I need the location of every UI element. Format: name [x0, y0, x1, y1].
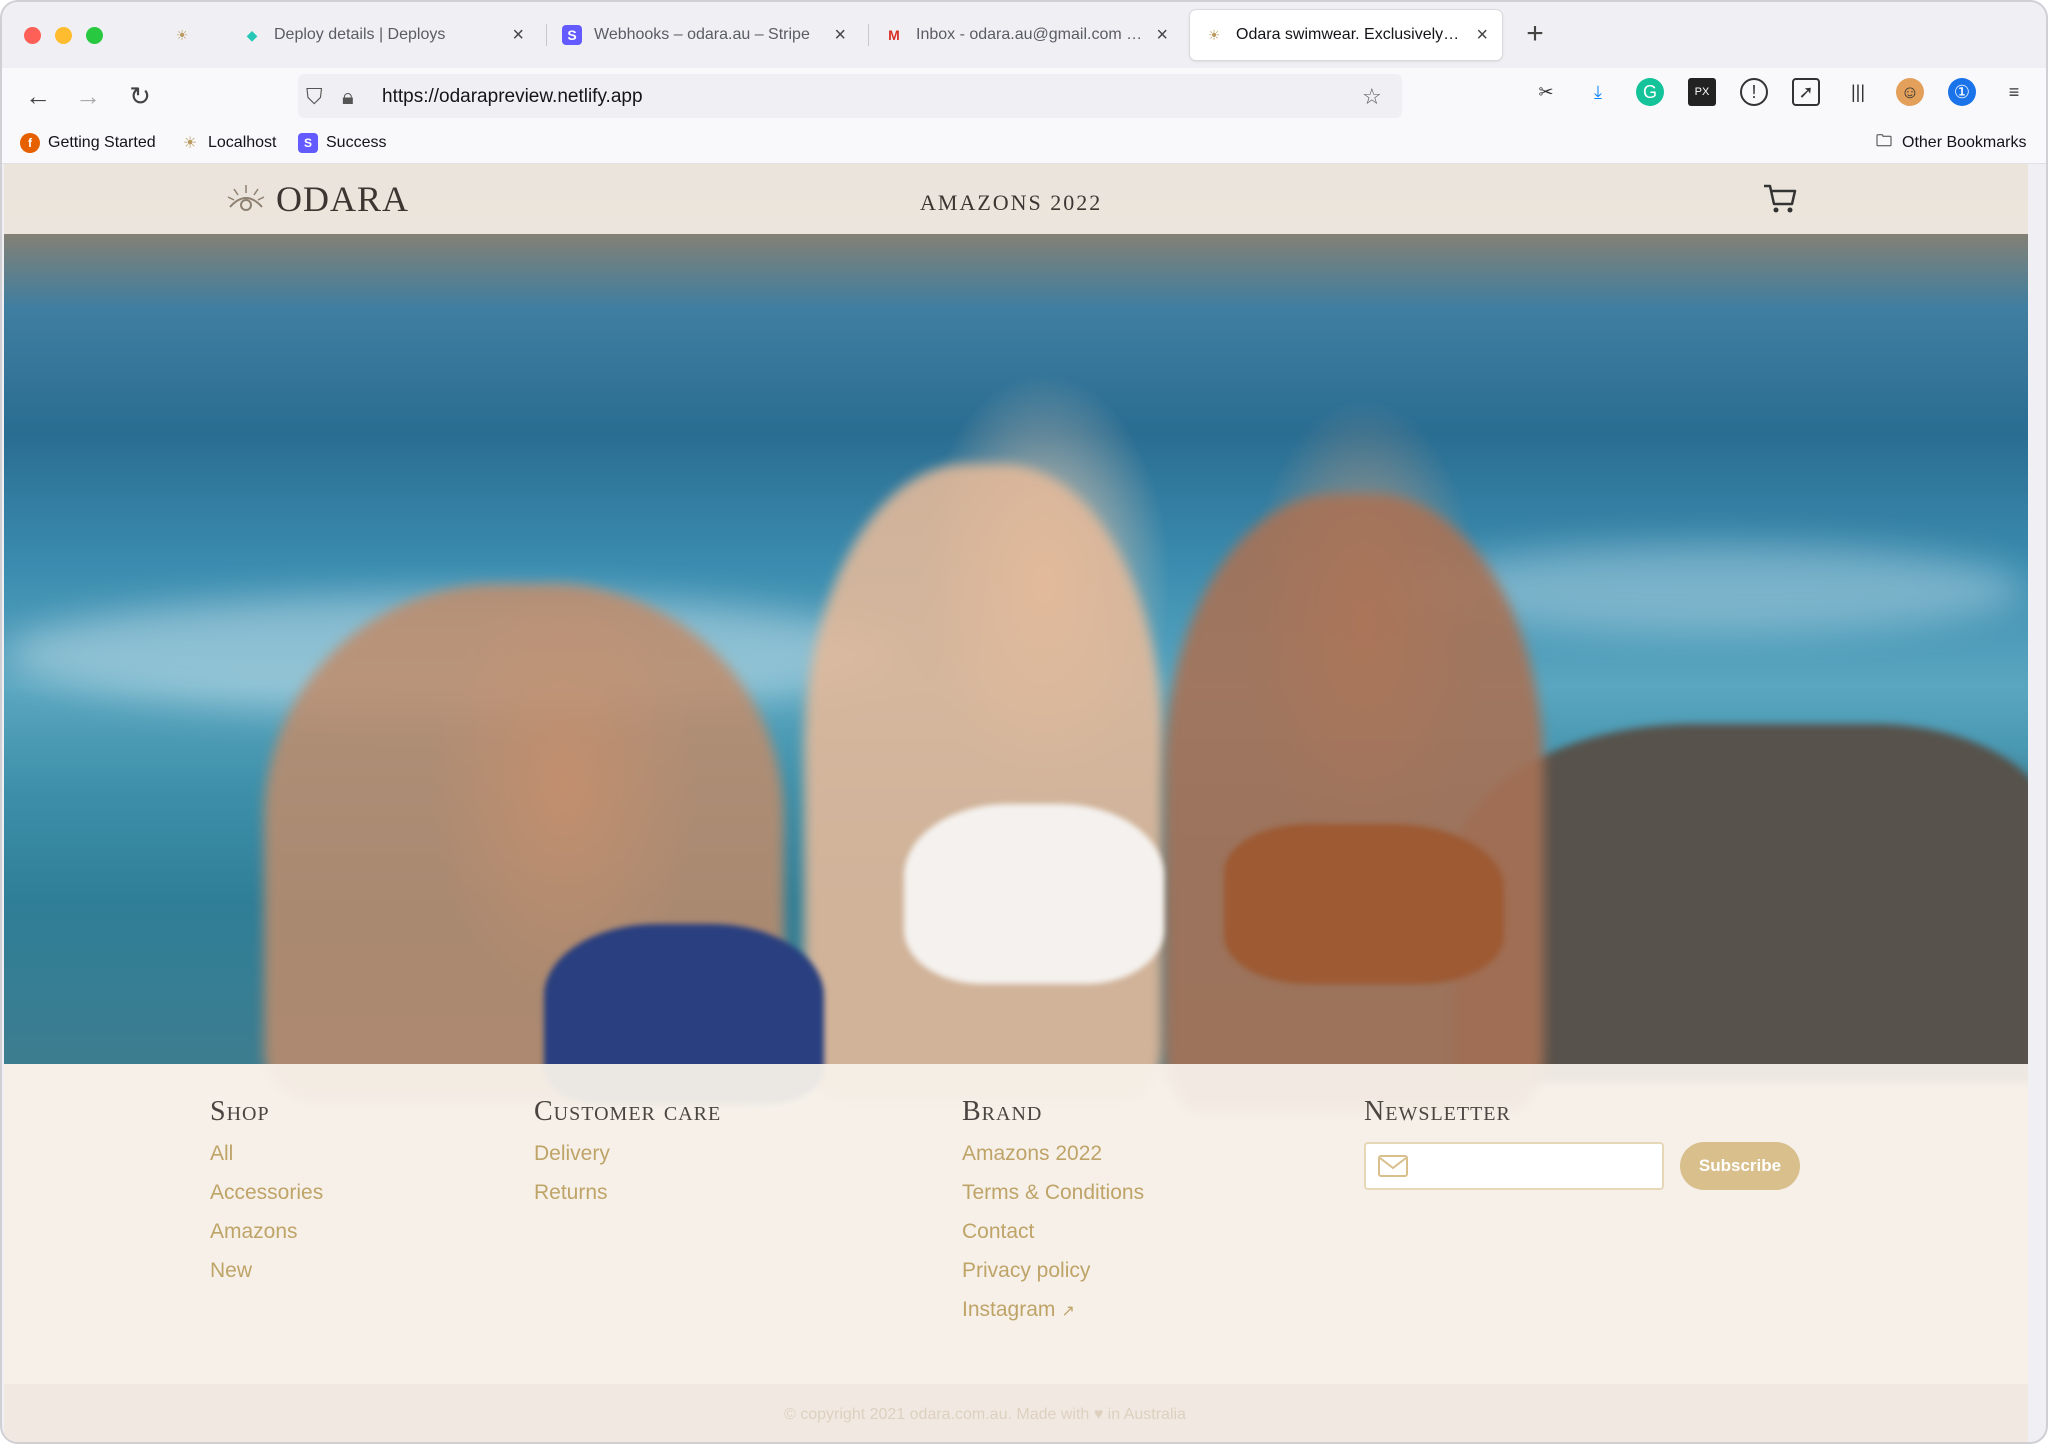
minimize-window-button[interactable] — [55, 26, 72, 44]
back-button[interactable]: ← — [20, 78, 56, 114]
bookmark-success[interactable]: S Success — [298, 133, 386, 153]
envelope-icon — [1378, 1155, 1408, 1177]
footer-brand-column: Brand Amazons 2022 Terms & Conditions Co… — [962, 1096, 1144, 1339]
cart-icon[interactable] — [1760, 178, 1800, 218]
address-bar[interactable]: ⛉ 🔒︎ https://odarapreview.netlify.app ☆ — [298, 74, 1402, 118]
odara-logo-icon: ☀ — [1207, 26, 1221, 43]
bookmark-localhost[interactable]: ☀ Localhost — [180, 133, 277, 153]
close-icon[interactable]: × — [1476, 24, 1488, 47]
gmail-icon: M — [888, 27, 900, 43]
footer-link-accessories[interactable]: Accessories — [210, 1181, 323, 1205]
navigation-bar: ← → ↻ ⛉ 🔒︎ https://odarapreview.netlify.… — [2, 68, 2046, 124]
footer-customer-care-title: Customer care — [534, 1096, 722, 1127]
lock-icon[interactable]: 🔒︎ — [342, 84, 354, 110]
tab-separator — [546, 24, 547, 46]
password-manager-icon[interactable]: ① — [1948, 78, 1976, 106]
instagram-link-label: Instagram — [962, 1298, 1056, 1321]
footer-newsletter-column: Newsletter Subscribe — [1364, 1096, 1800, 1190]
odara-logo-icon — [227, 185, 265, 211]
tab-deploy-details[interactable]: ◆ Deploy details | Deploys × — [228, 10, 538, 60]
close-icon[interactable]: × — [834, 24, 846, 47]
copyright-bar: © copyright 2021 odara.com.au. Made with… — [4, 1384, 2028, 1442]
other-bookmarks[interactable]: 🗀 Other Bookmarks — [1874, 132, 2027, 153]
logo-text: ODARA — [276, 179, 410, 219]
footer-shop-title: Shop — [210, 1096, 270, 1127]
footer-link-amazons-2022[interactable]: Amazons 2022 — [962, 1142, 1144, 1166]
web-page: ODARA AMAZONS 2022 Shop All Accessories … — [4, 164, 2028, 1442]
toolbar-extensions: ✂ ⤓ G PX ! ➚ ||| ☺ ① ≡ — [1532, 78, 2028, 106]
tab-separator — [868, 24, 869, 46]
zoom-window-button[interactable] — [86, 26, 103, 44]
footer-newsletter-title: Newsletter — [1364, 1096, 1511, 1127]
reload-button[interactable]: ↻ — [122, 78, 158, 114]
external-link-icon: ↗ — [1061, 1303, 1075, 1320]
library-icon[interactable]: ||| — [1844, 78, 1872, 106]
tab-pinned-odara[interactable]: ☀ — [158, 10, 214, 60]
stripe-icon: S — [562, 25, 582, 45]
footer-link-new[interactable]: New — [210, 1259, 323, 1283]
footer-link-amazons[interactable]: Amazons — [210, 1220, 323, 1244]
subscribe-button[interactable]: Subscribe — [1680, 1142, 1800, 1190]
window-controls — [24, 26, 144, 44]
footer-link-terms[interactable]: Terms & Conditions — [962, 1181, 1144, 1205]
send-extension-icon[interactable]: ➚ — [1792, 78, 1820, 106]
stripe-icon: S — [298, 133, 318, 153]
px-extension-icon[interactable]: PX — [1688, 78, 1716, 106]
netlify-icon: ◆ — [246, 26, 258, 43]
tab-odara-swimwear[interactable]: ☀ Odara swimwear. Exclusively onl × — [1190, 10, 1502, 60]
footer-link-instagram[interactable]: Instagram ↗ — [962, 1298, 1144, 1324]
browser-window: ☀ ◆ Deploy details | Deploys × S Webhook… — [0, 0, 2048, 1444]
footer-link-contact[interactable]: Contact — [962, 1220, 1144, 1244]
footer-brand-title: Brand — [962, 1096, 1043, 1127]
close-icon[interactable]: × — [512, 24, 524, 47]
forward-button[interactable]: → — [70, 78, 106, 114]
hamburger-menu-icon[interactable]: ≡ — [2000, 78, 2028, 106]
profile-avatar-icon[interactable]: ☺ — [1896, 78, 1924, 106]
footer-link-all[interactable]: All — [210, 1142, 323, 1166]
bookmark-getting-started[interactable]: f Getting Started — [20, 133, 156, 153]
new-tab-button[interactable]: + — [1520, 16, 1550, 52]
site-header: ODARA AMAZONS 2022 — [4, 164, 2028, 234]
close-window-button[interactable] — [24, 26, 41, 44]
tab-gmail-inbox[interactable]: M Inbox - odara.au@gmail.com - G × — [870, 10, 1182, 60]
tracking-protection-shield-icon[interactable]: ⛉ — [306, 84, 323, 110]
copyright-text: © copyright 2021 odara.com.au. Made with… — [784, 1406, 1186, 1423]
newsletter-form: Subscribe — [1364, 1142, 1800, 1190]
downloads-icon[interactable]: ⤓ — [1584, 78, 1612, 106]
footer-link-returns[interactable]: Returns — [534, 1181, 721, 1205]
site-footer: Shop All Accessories Amazons New Custome… — [4, 1064, 2028, 1442]
footer-link-delivery[interactable]: Delivery — [534, 1142, 721, 1166]
site-logo[interactable]: ODARA — [224, 178, 409, 220]
odara-logo-icon: ☀ — [182, 135, 198, 152]
grammarly-icon[interactable]: G — [1636, 78, 1664, 106]
odara-logo-icon: ☀ — [175, 26, 189, 43]
close-icon[interactable]: × — [1156, 24, 1168, 47]
extension-circle-icon[interactable]: ! — [1740, 78, 1768, 106]
screenshot-icon[interactable]: ✂ — [1532, 78, 1560, 106]
folder-icon: 🗀 — [1875, 132, 1892, 150]
tab-strip: ☀ ◆ Deploy details | Deploys × S Webhook… — [2, 2, 2046, 68]
tab-webhooks-stripe[interactable]: S Webhooks – odara.au – Stripe × — [548, 10, 860, 60]
footer-shop-column: Shop All Accessories Amazons New — [210, 1096, 323, 1298]
newsletter-email-field[interactable] — [1364, 1142, 1664, 1190]
bookmark-star-icon[interactable]: ☆ — [1362, 84, 1382, 110]
url-text[interactable]: https://odarapreview.netlify.app — [382, 86, 643, 108]
nav-link-amazons-2022[interactable]: AMAZONS 2022 — [920, 190, 1102, 216]
footer-link-privacy[interactable]: Privacy policy — [962, 1259, 1144, 1283]
bookmarks-bar: f Getting Started ☀ Localhost S Success … — [2, 124, 2046, 164]
firefox-icon: f — [20, 133, 40, 153]
hero-image — [4, 164, 2028, 1114]
footer-customer-care-column: Customer care Delivery Returns — [534, 1096, 721, 1220]
